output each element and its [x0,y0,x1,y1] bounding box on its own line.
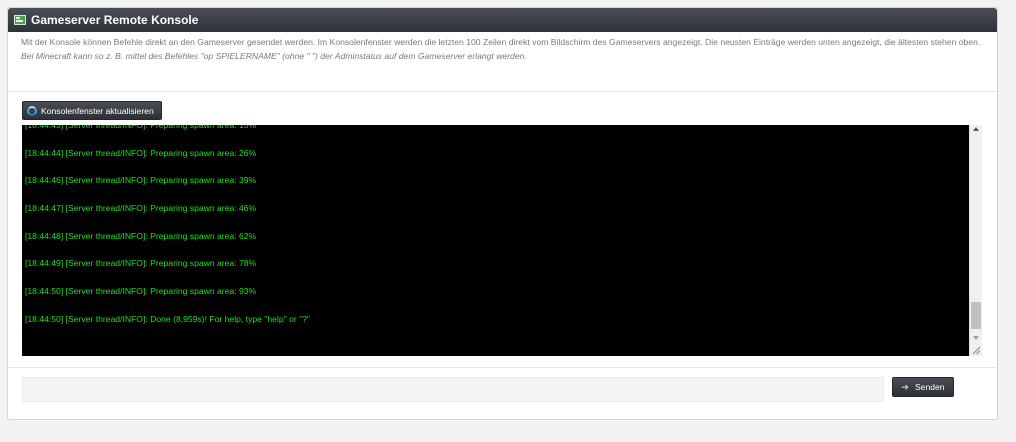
send-button-label: Senden [914,382,945,392]
console-output[interactable]: [18:44:43] [Server thread/INFO]: Prepari… [22,125,982,356]
console-description: Mit der Konsole können Befehle direkt an… [8,32,997,92]
console-line: [18:44:44] [Server thread/INFO]: Prepari… [25,147,257,158]
refresh-icon [27,105,37,116]
panel-title: Gameserver Remote Konsole [31,13,199,27]
console-line: [18:44:50] [Server thread/INFO]: Done (8… [25,313,310,324]
console-scrollbar[interactable] [969,125,982,356]
minecraft-hint: Bei Minecraft kann so z. B. mittel des B… [21,51,527,61]
console-window-icon [14,15,26,25]
remote-console-panel: Gameserver Remote Konsole Mit der Konsol… [7,7,998,420]
refresh-console-button[interactable]: Konsolenfenster aktualisieren [22,101,162,120]
console-lines: [18:44:43] [Server thread/INFO]: Prepari… [25,125,965,341]
console-line: [18:44:50] [Server thread/INFO]: Prepari… [25,286,257,297]
scroll-up-arrow-icon[interactable] [973,127,979,131]
console-line: [18:44:49] [Server thread/INFO]: Prepari… [25,258,257,269]
console-line: [18:44:43] [Server thread/INFO]: Prepari… [25,125,257,130]
console-line: [18:44:47] [Server thread/INFO]: Prepari… [25,203,257,214]
console-line: [18:44:48] [Server thread/INFO]: Prepari… [25,230,257,241]
scroll-down-arrow-icon[interactable] [973,336,979,340]
send-arrow-icon: ➔ [901,381,909,392]
command-input[interactable] [22,377,884,402]
resize-grip-icon[interactable] [973,347,980,354]
scroll-thumb[interactable] [971,302,981,329]
console-line: [18:44:46] [Server thread/INFO]: Prepari… [25,175,257,186]
send-button[interactable]: ➔ Senden [892,377,954,397]
refresh-button-label: Konsolenfenster aktualisieren [41,105,154,116]
description-text: Mit der Konsole können Befehle direkt an… [21,37,981,47]
panel-header: Gameserver Remote Konsole [8,8,997,32]
divider [8,367,997,368]
